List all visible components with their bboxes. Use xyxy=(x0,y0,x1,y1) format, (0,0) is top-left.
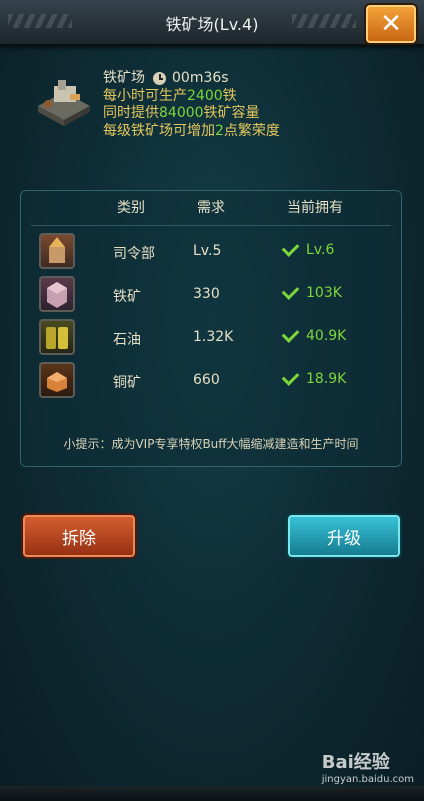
watermark: Bai经验 jingyan.baidu.com xyxy=(322,748,414,785)
check-icon xyxy=(281,239,300,257)
page-title: 铁矿场(Lv.4) xyxy=(165,15,259,34)
divider xyxy=(31,225,391,226)
iron-mine-building-icon xyxy=(38,80,90,126)
bottom-frame xyxy=(0,786,424,801)
build-timer: 00m36s xyxy=(172,70,229,86)
req-name: 司令部 xyxy=(113,246,155,262)
req-need: Lv.5 xyxy=(193,243,222,259)
requirements-panel: 类别 需求 当前拥有 司令部 Lv.5 Lv.6 铁矿 330 103K 石油 … xyxy=(20,190,402,467)
title-bar: 铁矿场(Lv.4) ✕ xyxy=(0,0,424,46)
req-name: 铁矿 xyxy=(113,289,141,305)
header-need: 需求 xyxy=(197,200,225,216)
close-button[interactable]: ✕ xyxy=(364,3,418,45)
req-need: 330 xyxy=(193,286,220,302)
check-icon xyxy=(281,368,300,386)
req-have: Lv.6 xyxy=(281,239,334,258)
req-name: 铜矿 xyxy=(113,375,141,391)
vip-tip: 小提示：成为VIP专享特权Buff大幅缩减建造和生产时间 xyxy=(63,437,359,451)
oil-barrel-icon xyxy=(39,319,75,355)
req-need: 660 xyxy=(193,372,220,388)
requirement-row: 司令部 Lv.5 Lv.6 xyxy=(21,233,401,275)
prosperity-line: 每级铁矿场可增加2点繁荣度 xyxy=(103,122,280,139)
production-line: 每小时可生产2400铁 xyxy=(103,87,237,104)
capacity-line: 同时提供84000铁矿容量 xyxy=(103,105,260,121)
command-hq-icon xyxy=(39,233,75,269)
req-have: 18.9K xyxy=(281,368,346,387)
clock-icon xyxy=(153,72,166,86)
copper-ore-icon xyxy=(39,362,75,398)
watermark-url: jingyan.baidu.com xyxy=(321,774,414,785)
requirement-row: 石油 1.32K 40.9K xyxy=(21,319,401,361)
watermark-brand: Bai经验 xyxy=(321,752,390,773)
check-icon xyxy=(281,282,300,300)
demolish-button[interactable]: 拆除 xyxy=(21,513,137,559)
header-current: 当前拥有 xyxy=(287,200,343,216)
requirement-row: 铜矿 660 18.9K xyxy=(21,362,401,404)
building-name: 铁矿场 xyxy=(103,70,145,86)
req-have: 40.9K xyxy=(281,325,346,344)
close-icon: ✕ xyxy=(380,9,402,39)
iron-ore-icon xyxy=(39,276,75,312)
building-info: 铁矿场 00m36s 每小时可生产2400铁 同时提供84000铁矿容量 每级铁… xyxy=(103,70,280,140)
requirement-row: 铁矿 330 103K xyxy=(21,276,401,318)
upgrade-button[interactable]: 升级 xyxy=(286,513,402,559)
check-icon xyxy=(281,325,300,343)
req-have: 103K xyxy=(281,282,342,301)
header-category: 类别 xyxy=(117,200,145,216)
req-name: 石油 xyxy=(113,332,141,348)
req-need: 1.32K xyxy=(193,329,234,345)
building-upgrade-screen: 铁矿场(Lv.4) ✕ 铁矿场 00m36s 每小时可生产2400铁 同时提供8… xyxy=(0,0,424,801)
